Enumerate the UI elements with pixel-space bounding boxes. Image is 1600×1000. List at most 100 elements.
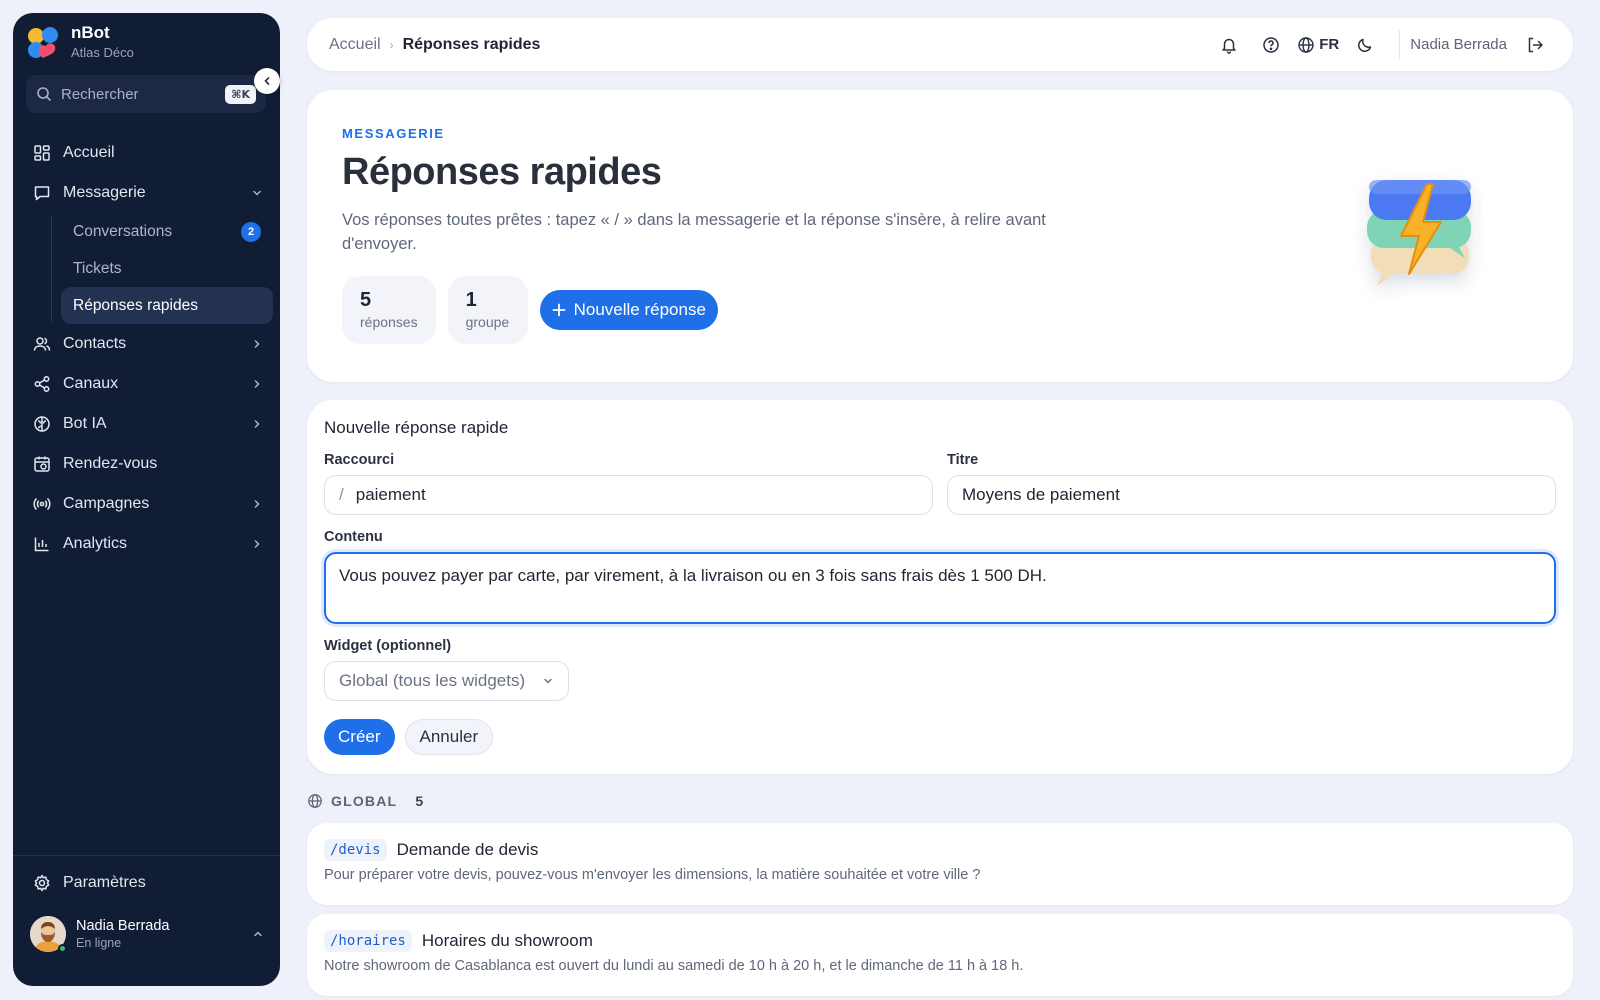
group-name: GLOBAL: [331, 793, 398, 809]
new-reply-button[interactable]: Nouvelle réponse: [539, 290, 718, 330]
reply-text: Notre showroom de Casablanca est ouvert …: [324, 958, 1024, 974]
nav-label-analytics: Analytics: [63, 535, 128, 552]
nav-label-home: Accueil: [63, 144, 115, 161]
messaging-subnav: Conversations 2 Tickets Réponses rapides: [23, 213, 273, 324]
theme-toggle-button[interactable]: [1349, 29, 1381, 61]
quick-reply-illustration-icon: [1367, 180, 1471, 286]
title-input[interactable]: Moyens de paiement: [947, 475, 1556, 515]
list-item[interactable]: /horaires Horaires du showroom Notre sho…: [307, 914, 1573, 996]
sub-label-conversations: Conversations: [73, 222, 173, 240]
list-item[interactable]: /devis Demande de devis Pour préparer vo…: [307, 823, 1573, 905]
stat-groups-label: groupe: [465, 314, 510, 330]
nav-label-contacts: Contacts: [63, 335, 127, 352]
group-count: 5: [415, 793, 424, 809]
stat-replies: 5 réponses: [342, 276, 436, 344]
create-button[interactable]: Créer: [324, 719, 395, 755]
new-reply-label: Nouvelle réponse: [573, 300, 706, 319]
brand-logo-icon: [28, 26, 58, 58]
nav-label-bot: Bot IA: [63, 415, 107, 432]
notifications-button[interactable]: [1213, 29, 1245, 61]
breadcrumb-separator-icon: ›: [389, 37, 394, 52]
language-code: FR: [1319, 36, 1340, 53]
breadcrumb-home[interactable]: Accueil: [329, 36, 381, 54]
bell-icon: [1222, 38, 1237, 54]
search-shortcut: ⌘K: [225, 84, 256, 104]
widget-select[interactable]: Global (tous les widgets): [324, 661, 569, 701]
nav-label-channels: Canaux: [63, 375, 119, 392]
nav-item-settings[interactable]: Paramètres: [23, 863, 273, 903]
chevron-right-icon: [254, 380, 260, 388]
sidebar-item-conversations[interactable]: Conversations 2: [61, 213, 273, 250]
stat-groups-value: 1: [465, 289, 477, 311]
search-icon: [37, 87, 51, 101]
reply-title: Demande de devis: [396, 840, 539, 859]
chevron-right-icon: [254, 340, 260, 348]
content-textarea[interactable]: Vous pouvez payer par carte, par viremen…: [324, 552, 1556, 624]
nav-item-messaging[interactable]: Messagerie: [23, 173, 273, 213]
nav-item-analytics[interactable]: Analytics: [23, 524, 273, 564]
language-switcher[interactable]: FR: [1297, 36, 1339, 54]
reply-text: Pour préparer votre devis, pouvez-vous m…: [324, 867, 981, 883]
chevron-down-icon: [253, 190, 261, 196]
reply-title: Horaires du showroom: [421, 931, 593, 950]
nav-label-campaigns: Campagnes: [63, 495, 150, 512]
stat-replies-label: réponses: [360, 314, 418, 330]
help-button[interactable]: [1255, 29, 1287, 61]
share-icon: [34, 376, 50, 392]
user-status: En ligne: [76, 936, 122, 950]
main-nav: Accueil Messagerie Conversations 2 Ticke…: [23, 133, 273, 564]
reply-header: /horaires Horaires du showroom: [324, 930, 1556, 952]
stat-groups: 1 groupe: [447, 276, 528, 344]
content-value: Vous pouvez payer par carte, par viremen…: [339, 566, 1047, 585]
nav-item-contacts[interactable]: Contacts: [23, 324, 273, 364]
globe-icon: [308, 794, 322, 808]
plus-icon: [552, 303, 565, 317]
message-icon: [34, 186, 50, 201]
title-label: Titre: [947, 452, 979, 468]
nav-label-settings: Paramètres: [63, 874, 146, 891]
form-title: Nouvelle réponse rapide: [324, 418, 509, 437]
sidebar-collapse-button[interactable]: [254, 68, 280, 94]
chevron-right-icon: [254, 540, 260, 548]
page-description: Vos réponses toutes prêtes : tapez « / »…: [342, 211, 1046, 253]
sidebar: nBot Atlas Déco Rechercher ⌘K Accueil Me…: [13, 13, 280, 986]
user-menu[interactable]: Nadia Berrada En ligne: [30, 916, 264, 953]
nav-item-appointments[interactable]: Rendez-vous: [23, 444, 273, 484]
users-icon: [33, 337, 51, 351]
brain-icon: [34, 416, 50, 432]
shortcut-prefix: /: [339, 485, 344, 504]
page-header-card: MESSAGERIE Réponses rapides Vos réponses…: [307, 90, 1573, 382]
widget-field: Widget (optionnel) Global (tous les widg…: [324, 638, 1556, 701]
title-field: Titre Moyens de paiement: [947, 452, 1556, 515]
help-circle-icon: [1263, 36, 1280, 53]
sub-label-quick-replies: Réponses rapides: [73, 296, 198, 314]
sidebar-item-tickets[interactable]: Tickets: [61, 250, 273, 287]
nav-item-campaigns[interactable]: Campagnes: [23, 484, 273, 524]
chevron-left-icon: [264, 77, 270, 85]
sidebar-item-quick-replies[interactable]: Réponses rapides: [61, 287, 273, 324]
broadcast-icon: [33, 497, 51, 511]
online-status-dot: [58, 944, 67, 953]
brand[interactable]: nBot Atlas Déco: [25, 23, 134, 62]
widget-value: Global (tous les widgets): [339, 671, 526, 690]
nav-item-channels[interactable]: Canaux: [23, 364, 273, 404]
reply-shortcut: /devis: [324, 839, 387, 861]
logout-icon: [1528, 37, 1543, 52]
reply-header: /devis Demande de devis: [324, 839, 1556, 861]
conversations-count-badge: 2: [241, 221, 261, 242]
top-bar-divider: [1399, 29, 1401, 60]
nav-item-bot[interactable]: Bot IA: [23, 404, 273, 444]
chevron-up-icon: [254, 931, 262, 937]
form-row-shortcut-title: Raccourci / paiement Titre Moyens de pai…: [324, 452, 1556, 515]
nav-item-home[interactable]: Accueil: [23, 133, 273, 173]
calendar-clock-icon: [34, 456, 50, 472]
logout-button[interactable]: [1519, 29, 1551, 61]
top-bar-user-name[interactable]: Nadia Berrada: [1410, 36, 1507, 53]
cancel-button[interactable]: Annuler: [404, 719, 494, 755]
chevron-down-icon: [544, 678, 552, 684]
user-name: Nadia Berrada: [76, 918, 170, 934]
sidebar-search[interactable]: Rechercher ⌘K: [26, 75, 266, 113]
brand-name: nBot: [71, 23, 110, 42]
shortcut-input[interactable]: / paiement: [324, 475, 933, 515]
gear-icon: [34, 874, 50, 892]
